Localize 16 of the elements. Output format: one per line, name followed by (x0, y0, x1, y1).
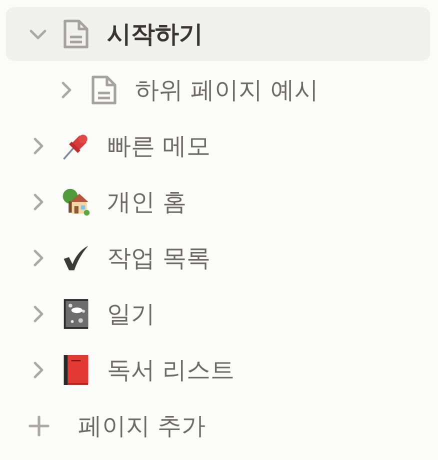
notebook-icon (64, 299, 88, 329)
page-icon (92, 76, 116, 104)
sidebar-item[interactable]: 독서 리스트 (6, 343, 430, 397)
pushpin-icon (63, 134, 88, 160)
sidebar-item[interactable]: 일기 (6, 287, 430, 341)
sidebar-item[interactable]: 빠른 메모 (6, 119, 430, 173)
book-icon (64, 355, 88, 385)
plus-icon (28, 415, 50, 437)
sidebar-item[interactable]: 개인 홈 (6, 175, 430, 229)
sidebar-item[interactable]: 작업 목록 (6, 231, 430, 285)
house-icon (62, 188, 90, 216)
sidebar-item[interactable]: 하위 페이지 예시 (6, 63, 430, 117)
add-page-button[interactable]: 페이지 추가 (6, 399, 430, 453)
page-icon (64, 20, 88, 48)
check-icon (64, 246, 88, 270)
sidebar-item[interactable]: 시작하기 (6, 7, 430, 61)
